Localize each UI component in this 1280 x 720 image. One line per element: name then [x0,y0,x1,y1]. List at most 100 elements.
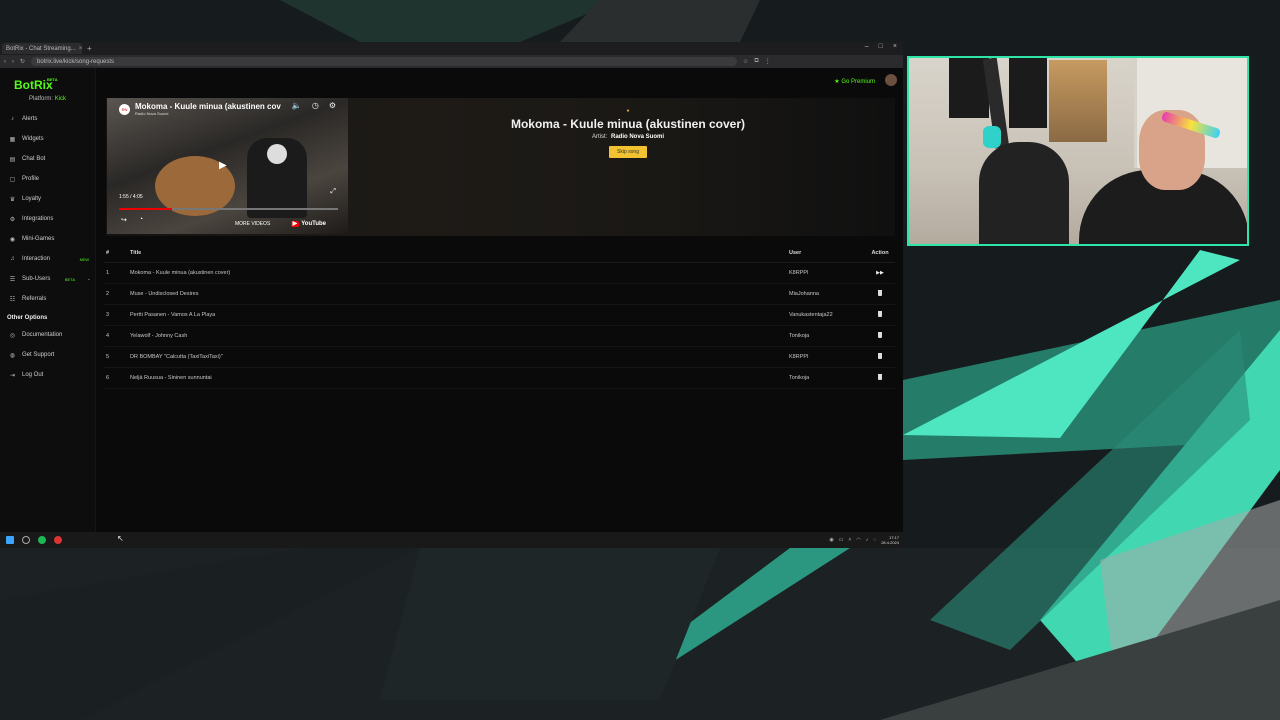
app-taskbar-icon[interactable] [54,536,62,544]
other-options-title: Other Options [7,315,48,321]
sidebar-item-log-out[interactable]: ⇥ Log Out [0,365,95,385]
trash-icon[interactable] [878,374,882,380]
sidebar-item-mini-games[interactable]: ◉ Mini-Games [0,229,95,249]
now-playing-artist: Artist: Radio Nova Suomi [361,134,895,140]
sidebar-item-label: Widgets [22,136,44,142]
sidebar-item-label: Profile [22,176,40,182]
artist-label: Artist: [591,134,608,140]
volume-tray-icon[interactable]: ♪ [866,537,869,543]
browser-tabbar: BotRix - Chat Streaming... × + – □ × [0,42,903,55]
sidebar-item-referrals[interactable]: ☷ Referrals [0,289,95,309]
taskbar: ◉ ▭ ˄ ◠ ♪ ◌ 17:17 28.4.2024 [0,532,903,548]
sidebar-item-get-support[interactable]: ◍ Get Support [0,345,95,365]
fullscreen-icon[interactable]: ⤢ [330,188,336,196]
bookmark-star-icon[interactable]: ☆ [743,58,748,65]
window-controls: – □ × [865,43,897,50]
url-field[interactable]: botrix.live/kick/song-requests [31,57,738,66]
browser-tab[interactable]: BotRix - Chat Streaming... × [2,43,82,54]
beta-badge: BETA [64,276,75,282]
row-num: 4 [106,333,110,339]
header-num: # [106,250,110,256]
wifi-icon[interactable]: ◠ [856,537,860,543]
notification-icon[interactable]: ◌ [873,537,876,543]
tray-app-icon[interactable]: ◉ [829,537,833,543]
settings-icon[interactable]: ⚙ [329,101,336,110]
sidebar-item-integrations[interactable]: ⚙ Integrations [0,209,95,229]
extensions-icon[interactable]: ⧉ [754,58,758,65]
clock[interactable]: 17:17 28.4.2024 [881,535,899,545]
system-tray: ◉ ▭ ˄ ◠ ♪ ◌ 17:17 28.4.2024 [829,535,903,545]
platform-indicator: Platform: Kick [0,92,95,102]
row-user: Tonikoja [789,333,810,339]
forward-icon[interactable]: › [12,59,14,65]
watch-later-icon[interactable]: ◷ [312,101,319,110]
chrome-taskbar-icon[interactable] [22,536,30,544]
browser-menu-icon[interactable]: ⋮ [765,58,771,65]
row-title: Pertti Pasanen - Vamos A La Playa [130,312,216,318]
avatar[interactable] [885,74,897,86]
table-header: # Title User Action [104,244,895,263]
close-window-button[interactable]: × [893,43,897,50]
premium-label: Go Premium [841,79,875,85]
sidebar-item-label: Get Support [22,352,55,358]
brand-logo[interactable]: BotRix BETA [0,68,95,92]
volume-icon[interactable]: 🔈 [292,101,302,110]
video-time: 1:55 / 4:05 [119,194,143,200]
tab-title: BotRix - Chat Streaming... [6,45,76,52]
sidebar-item-interaction[interactable]: ♫ Interaction NEW [0,249,95,269]
clock-icon[interactable]: ◔ [139,216,143,224]
youtube-player[interactable]: RN Mokoma - Kuule minua (akustinen cov R… [107,98,348,234]
webcam-poster [1009,58,1047,128]
sidebar-item-label: Mini-Games [22,236,55,242]
sidebar-item-sub-users[interactable]: ☰ Sub-Users BETA ⌄ [0,269,95,289]
channel-avatar[interactable]: RN [119,104,130,115]
live-dot-icon: ● [626,108,630,114]
table-row: 6 Neljä Ruusua - Sininen sunnuntai Tonik… [104,368,895,389]
referrals-icon: ☷ [9,296,16,303]
trash-icon[interactable] [878,332,882,338]
trash-icon[interactable] [878,290,882,296]
youtube-label: YouTube [301,221,326,227]
table-row: 4 Yelawolf - Johnny Cash Tonikoja [104,326,895,347]
sidebar-item-label: Chat Bot [22,156,46,162]
trash-icon[interactable] [878,311,882,317]
webcam-headset [983,126,1001,148]
logout-icon: ⇥ [9,372,16,379]
sidebar-item-profile[interactable]: ▢ Profile [0,169,95,189]
video-frame-face [267,144,287,164]
tab-close-icon[interactable]: × [79,46,82,52]
row-user: MiaJohanna [789,291,819,297]
skip-song-button[interactable]: Skip song [609,146,647,158]
play-next-icon[interactable]: ▶▶ [876,270,884,276]
new-tab-button[interactable]: + [87,44,92,53]
now-playing-title: Mokoma - Kuule minua (akustinen cover) [510,117,746,131]
sidebar-item-alerts[interactable]: ♪ Alerts [0,109,95,129]
start-menu-icon[interactable] [6,536,14,544]
song-queue-table: # Title User Action 1 Mokoma - Kuule min… [104,244,895,389]
play-icon[interactable]: ▶ [219,160,227,171]
go-premium-link[interactable]: ★ Go Premium [834,78,875,85]
minimize-button[interactable]: – [865,43,869,50]
reload-icon[interactable]: ↻ [20,58,25,65]
table-row: 2 Muse - Undisclosed Desires MiaJohanna [104,284,895,305]
botrix-app: BotRix BETA Platform: Kick ♪ Alerts ▦ Wi… [0,68,903,532]
more-videos-button[interactable]: MORE VIDEOS [235,221,270,227]
maximize-button[interactable]: □ [879,43,883,50]
youtube-logo[interactable]: ▶ YouTube [290,220,326,227]
row-title: Muse - Undisclosed Desires [130,291,199,297]
chevron-down-icon: ⌄ [86,276,91,282]
sidebar-item-chat-bot[interactable]: ▤ Chat Bot [0,149,95,169]
share-icon[interactable]: ↪ [121,216,127,224]
sidebar-item-loyalty[interactable]: ♛ Loyalty [0,189,95,209]
back-icon[interactable]: ‹ [4,59,6,65]
sidebar-item-documentation[interactable]: ◎ Documentation [0,325,95,345]
spotify-taskbar-icon[interactable] [38,536,46,544]
header-user: User [789,250,802,256]
profile-icon: ▢ [9,176,16,183]
video-progress-bar[interactable] [119,208,338,210]
tray-chevron-icon[interactable]: ˄ [848,537,851,543]
trash-icon[interactable] [878,353,882,359]
sidebar-item-widgets[interactable]: ▦ Widgets [0,129,95,149]
tray-window-icon[interactable]: ▭ [839,537,844,543]
video-title[interactable]: Mokoma - Kuule minua (akustinen cov [135,102,281,111]
